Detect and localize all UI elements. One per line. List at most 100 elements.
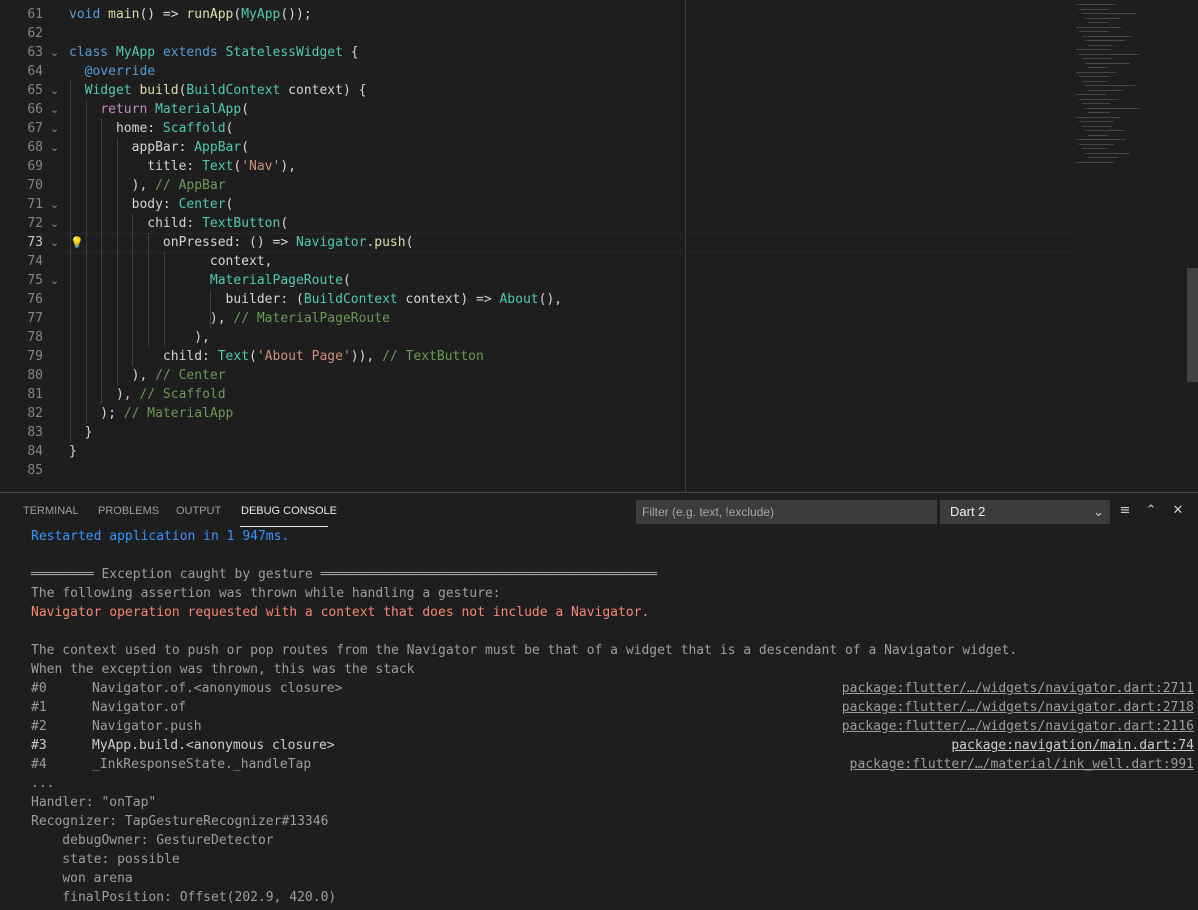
debug-session-select[interactable]: Dart 2 ⌄ xyxy=(940,500,1110,524)
line-number: 85 xyxy=(27,463,43,478)
minimap-line xyxy=(1088,67,1108,68)
code-token: StatelessWidget xyxy=(225,45,343,60)
code-line[interactable]: 70 ), // AppBar xyxy=(0,176,1070,195)
indent-guide xyxy=(148,233,149,347)
minimap-line xyxy=(1082,125,1112,127)
editor-scrollbar-track[interactable] xyxy=(1187,0,1198,492)
minimap[interactable] xyxy=(1072,0,1186,180)
fold-chevron-down-icon[interactable]: ⌄ xyxy=(50,214,64,233)
frame-source-link[interactable]: package:flutter/…/material/ink_well.dart… xyxy=(850,755,1194,774)
tab-terminal[interactable]: TERMINAL xyxy=(23,505,79,517)
fold-chevron-down-icon[interactable]: ⌄ xyxy=(50,195,64,214)
minimap-line xyxy=(1079,143,1114,145)
detail-line: finalPosition: Offset(202.9, 420.0) xyxy=(31,890,337,905)
editor-scrollbar-thumb[interactable] xyxy=(1187,268,1198,382)
code-token: MyApp xyxy=(241,7,281,22)
code-token: Navigator xyxy=(295,235,367,250)
code-line[interactable]: 81 ), // Scaffold xyxy=(0,385,1070,404)
code-editor[interactable]: 61 void main() => runApp(MyApp()); 62 63 ⌄ cl… xyxy=(0,0,1198,492)
frame-number: #0 xyxy=(31,681,47,696)
minimap-line xyxy=(1079,53,1139,55)
code-token: ( xyxy=(405,235,414,250)
frame-source-link[interactable]: package:flutter/…/widgets/navigator.dart… xyxy=(842,717,1194,736)
code-token: context, xyxy=(69,254,273,269)
tab-problems[interactable]: PROBLEMS xyxy=(98,505,159,517)
minimap-line xyxy=(1082,148,1107,149)
fold-chevron-down-icon[interactable]: ⌄ xyxy=(50,271,64,290)
code-line[interactable]: 67 ⌄ home: Scaffold( xyxy=(0,119,1070,138)
frame-source-link[interactable]: package:navigation/main.dart:74 xyxy=(951,736,1194,755)
tab-output[interactable]: OUTPUT xyxy=(176,505,221,517)
fold-chevron-down-icon[interactable]: ⌄ xyxy=(50,138,64,157)
code-token: Text xyxy=(217,349,250,364)
code-line[interactable]: 68 ⌄ appBar: AppBar( xyxy=(0,138,1070,157)
debug-session-label: Dart 2 xyxy=(950,504,986,519)
code-token: ( xyxy=(280,216,289,231)
code-line[interactable]: 84} xyxy=(0,442,1070,461)
code-line[interactable]: 75 ⌄ MaterialPageRoute( xyxy=(0,271,1070,290)
line-number: 80 xyxy=(27,368,43,383)
code-line[interactable]: 71 ⌄ body: Center( xyxy=(0,195,1070,214)
code-line[interactable]: 76 builder: (BuildContext context) => Ab… xyxy=(0,290,1070,309)
frame-source-link[interactable]: package:flutter/…/widgets/navigator.dart… xyxy=(842,679,1194,698)
code-token: title: xyxy=(69,159,203,174)
fold-chevron-down-icon[interactable]: ⌄ xyxy=(50,81,64,100)
code-line[interactable]: 85 xyxy=(0,461,1070,480)
code-line[interactable]: 80 ), // Center xyxy=(0,366,1070,385)
stack-intro: When the exception was thrown, this was … xyxy=(31,662,415,677)
fold-chevron-down-icon[interactable]: ⌄ xyxy=(50,119,64,138)
code-token: return xyxy=(100,102,148,117)
code-line[interactable]: 66 ⌄ return MaterialApp( xyxy=(0,100,1070,119)
frame-number: #2 xyxy=(31,719,47,734)
fold-chevron-down-icon[interactable]: ⌄ xyxy=(50,233,64,252)
code-token: AppBar xyxy=(194,140,242,155)
code-line[interactable]: 61 void main() => runApp(MyApp()); xyxy=(0,5,1070,24)
code-line[interactable]: 79 child: Text('About Page')), // TextBu… xyxy=(0,347,1070,366)
indent-guide xyxy=(164,252,165,347)
code-token: ( xyxy=(225,197,234,212)
frame-source-link[interactable]: package:flutter/…/widgets/navigator.dart… xyxy=(842,698,1194,717)
tab-debug-console[interactable]: DEBUG CONSOLE xyxy=(241,505,337,517)
code-token: Widget xyxy=(84,83,132,98)
line-number: 83 xyxy=(27,425,43,440)
line-number: 62 xyxy=(27,26,43,41)
console-filter-input[interactable] xyxy=(636,500,937,524)
code-line[interactable]: 73 ⌄ 💡 onPressed: () => Navigator.push( xyxy=(0,233,1070,253)
code-line[interactable]: 63 ⌄ class MyApp extends StatelessWidget { xyxy=(0,43,1070,62)
word-wrap-icon[interactable]: ≡ xyxy=(1114,499,1136,523)
minimap-line xyxy=(1085,62,1130,64)
code-line[interactable]: 72 ⌄ child: TextButton( xyxy=(0,214,1070,233)
fold-chevron-down-icon[interactable]: ⌄ xyxy=(50,100,64,119)
code-token: BuildContext xyxy=(186,83,281,98)
code-text: Widget build(BuildContext context) { xyxy=(69,81,367,100)
code-text: context, xyxy=(69,252,273,271)
code-token: Scaffold xyxy=(162,121,226,136)
line-number: 61 xyxy=(27,7,43,22)
close-panel-icon[interactable]: ✕ xyxy=(1167,499,1189,523)
code-token: appBar: xyxy=(69,140,195,155)
minimap-line xyxy=(1085,130,1125,131)
detail-line: state: possible xyxy=(31,852,180,867)
code-line[interactable]: 65 ⌄ Widget build(BuildContext context) { xyxy=(0,81,1070,100)
code-line[interactable]: 78 ), xyxy=(0,328,1070,347)
code-line[interactable]: 82 ); // MaterialApp xyxy=(0,404,1070,423)
minimap-line xyxy=(1088,157,1118,158)
code-line[interactable]: 62 xyxy=(0,24,1070,43)
code-line[interactable]: 74 context, xyxy=(0,252,1070,271)
code-line[interactable]: 69 title: Text('Nav'), xyxy=(0,157,1070,176)
maximize-panel-icon[interactable]: ⌃ xyxy=(1140,499,1162,523)
code-line[interactable]: 83 } xyxy=(0,423,1070,442)
restart-message: Restarted application in 1 947ms. xyxy=(31,529,290,544)
line-number: 78 xyxy=(27,330,43,345)
code-token: ), xyxy=(69,330,210,345)
code-text: onPressed: () => Navigator.push( xyxy=(69,233,414,252)
fold-chevron-down-icon[interactable]: ⌄ xyxy=(50,43,64,62)
code-text: home: Scaffold( xyxy=(69,119,233,138)
code-line[interactable]: 64 @override xyxy=(0,62,1070,81)
code-line[interactable]: 77 ), // MaterialPageRoute xyxy=(0,309,1070,328)
lightbulb-icon[interactable]: 💡 xyxy=(70,233,84,252)
